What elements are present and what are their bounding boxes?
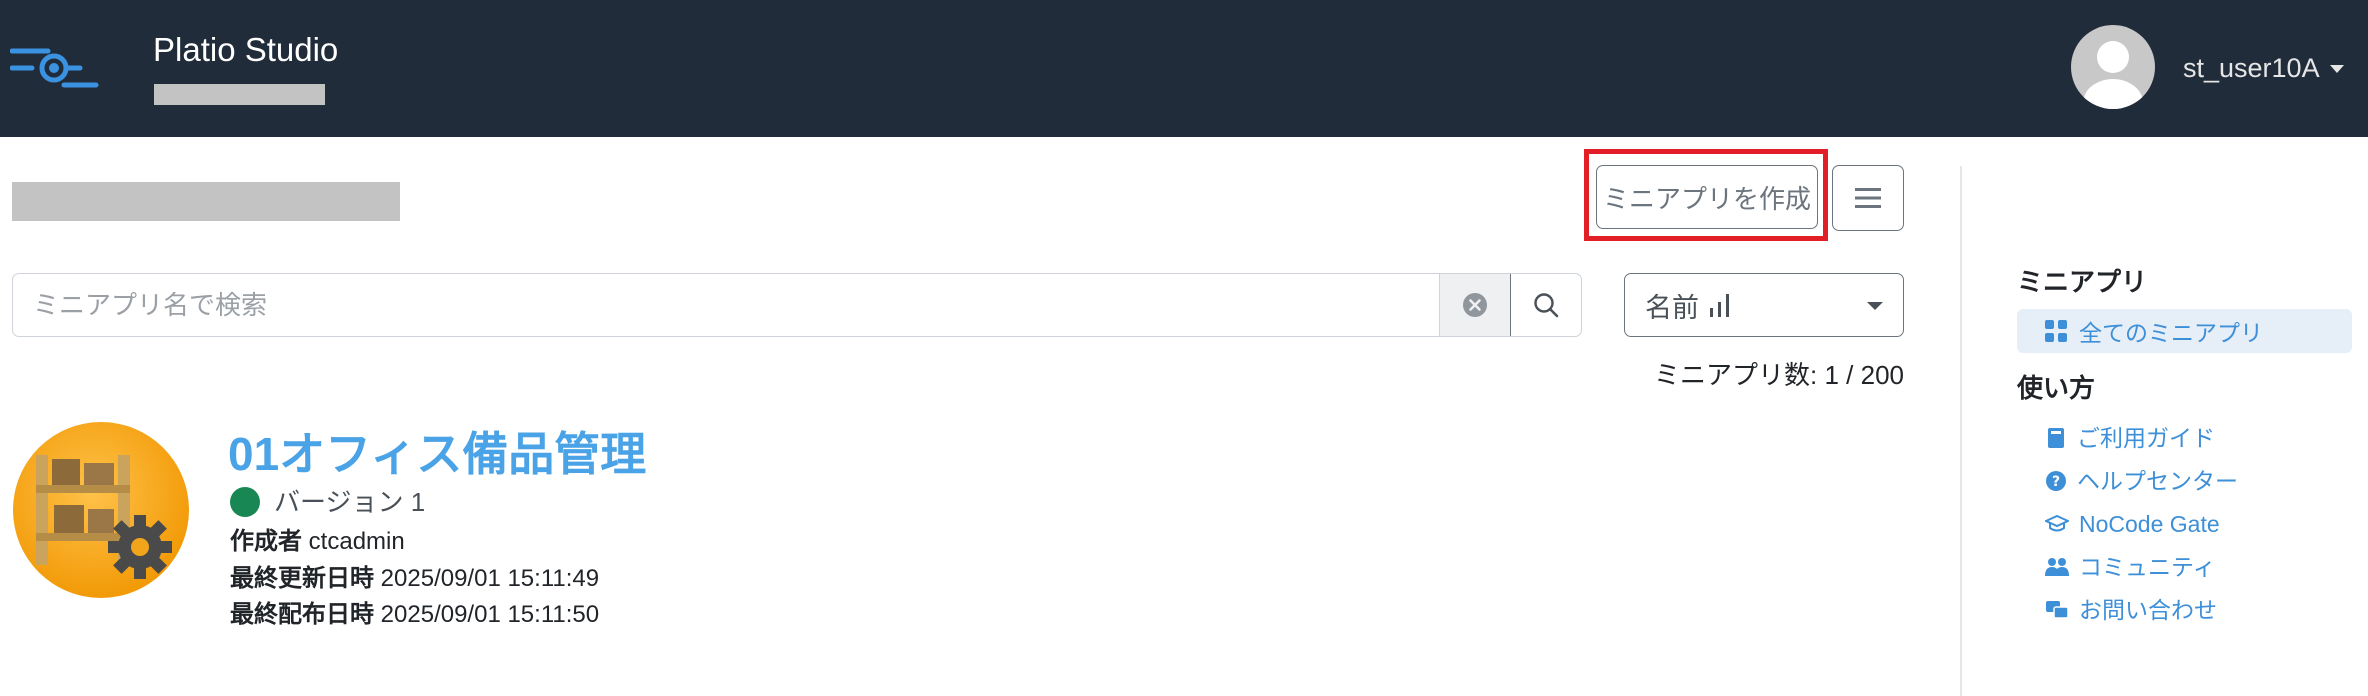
user-avatar-icon[interactable] [2071, 25, 2155, 109]
published-row: 最終配布日時 2025/09/01 15:11:50 [230, 598, 599, 632]
grid-icon [2045, 320, 2067, 342]
updated-label: 最終更新日時 [230, 565, 374, 592]
svg-text:?: ? [2052, 474, 2060, 490]
miniapp-count: ミニアプリ数: 1 / 200 [1654, 360, 1904, 390]
book-icon [2048, 428, 2064, 448]
sidebar-link-label: ヘルプセンター [2077, 468, 2238, 494]
sidebar-link-nocode-gate[interactable]: NoCode Gate [2045, 507, 2220, 541]
caret-down-icon [2329, 65, 2344, 73]
sidebar-link-label: NoCode Gate [2079, 511, 2220, 537]
app-version: バージョン 1 [230, 484, 425, 520]
search-icon [1534, 293, 1559, 318]
graduation-cap-icon [2045, 514, 2069, 532]
version-label: バージョン 1 [274, 487, 426, 517]
sidebar-link-label: ご利用ガイド [2077, 425, 2215, 451]
app-shelf-gear-icon[interactable] [12, 421, 190, 599]
sidebar-link-help-center[interactable]: ? ヘルプセンター [2045, 464, 2238, 498]
redacted-page-title [12, 182, 400, 221]
sidebar-item-label: 全てのミニアプリ [2079, 320, 2263, 346]
search-button[interactable] [1510, 274, 1581, 336]
app-name-link[interactable]: 01オフィス備品管理 [228, 422, 646, 486]
search-group [12, 273, 1582, 337]
user-name: st_user10A [2183, 53, 2320, 83]
top-navbar: Platio Studio st_user10A [0, 0, 2368, 137]
redacted-subtitle [154, 84, 325, 105]
creator-row: 作成者 ctcadmin [230, 525, 405, 559]
hamburger-menu-button[interactable] [1832, 165, 1904, 231]
platio-logo-icon[interactable] [10, 45, 100, 93]
app-title: Platio Studio [153, 31, 339, 68]
help-circle-icon: ? [2046, 471, 2066, 491]
clear-search-button[interactable] [1439, 274, 1510, 336]
sidebar-link-contact[interactable]: お問い合わせ [2045, 593, 2217, 627]
chevron-down-icon [1867, 302, 1883, 310]
sort-selected-label: 名前 [1645, 292, 1699, 323]
sort-select[interactable]: 名前 [1624, 273, 1904, 337]
sidebar-link-community[interactable]: コミュニティ [2045, 550, 2216, 584]
sidebar-divider [1960, 166, 1962, 696]
published-label: 最終配布日時 [230, 601, 374, 628]
chat-icon [2046, 601, 2069, 619]
sidebar-link-label: お問い合わせ [2079, 597, 2217, 623]
sidebar-heading-howto: 使い方 [2017, 373, 2096, 403]
sidebar-item-all-miniapps[interactable]: 全てのミニアプリ [2017, 309, 2352, 353]
clear-icon [1463, 293, 1487, 317]
sidebar-heading-miniapps: ミニアプリ [2017, 267, 2148, 297]
creator-label: 作成者 [230, 528, 302, 555]
sidebar-link-label: コミュニティ [2079, 554, 2216, 580]
updated-value: 2025/09/01 15:11:49 [380, 565, 600, 592]
create-miniapp-button[interactable]: ミニアプリを作成 [1596, 165, 1818, 229]
hamburger-icon [1855, 188, 1881, 208]
sort-bars-icon [1710, 294, 1729, 317]
creator-value: ctcadmin [308, 528, 405, 555]
published-value: 2025/09/01 15:11:50 [380, 601, 600, 628]
search-input[interactable] [13, 274, 1439, 336]
updated-row: 最終更新日時 2025/09/01 15:11:49 [230, 562, 599, 596]
user-menu-dropdown[interactable]: st_user10A [2183, 48, 2344, 88]
users-icon [2045, 558, 2069, 576]
status-dot-icon [230, 487, 260, 517]
sidebar-link-guide[interactable]: ご利用ガイド [2045, 421, 2215, 455]
